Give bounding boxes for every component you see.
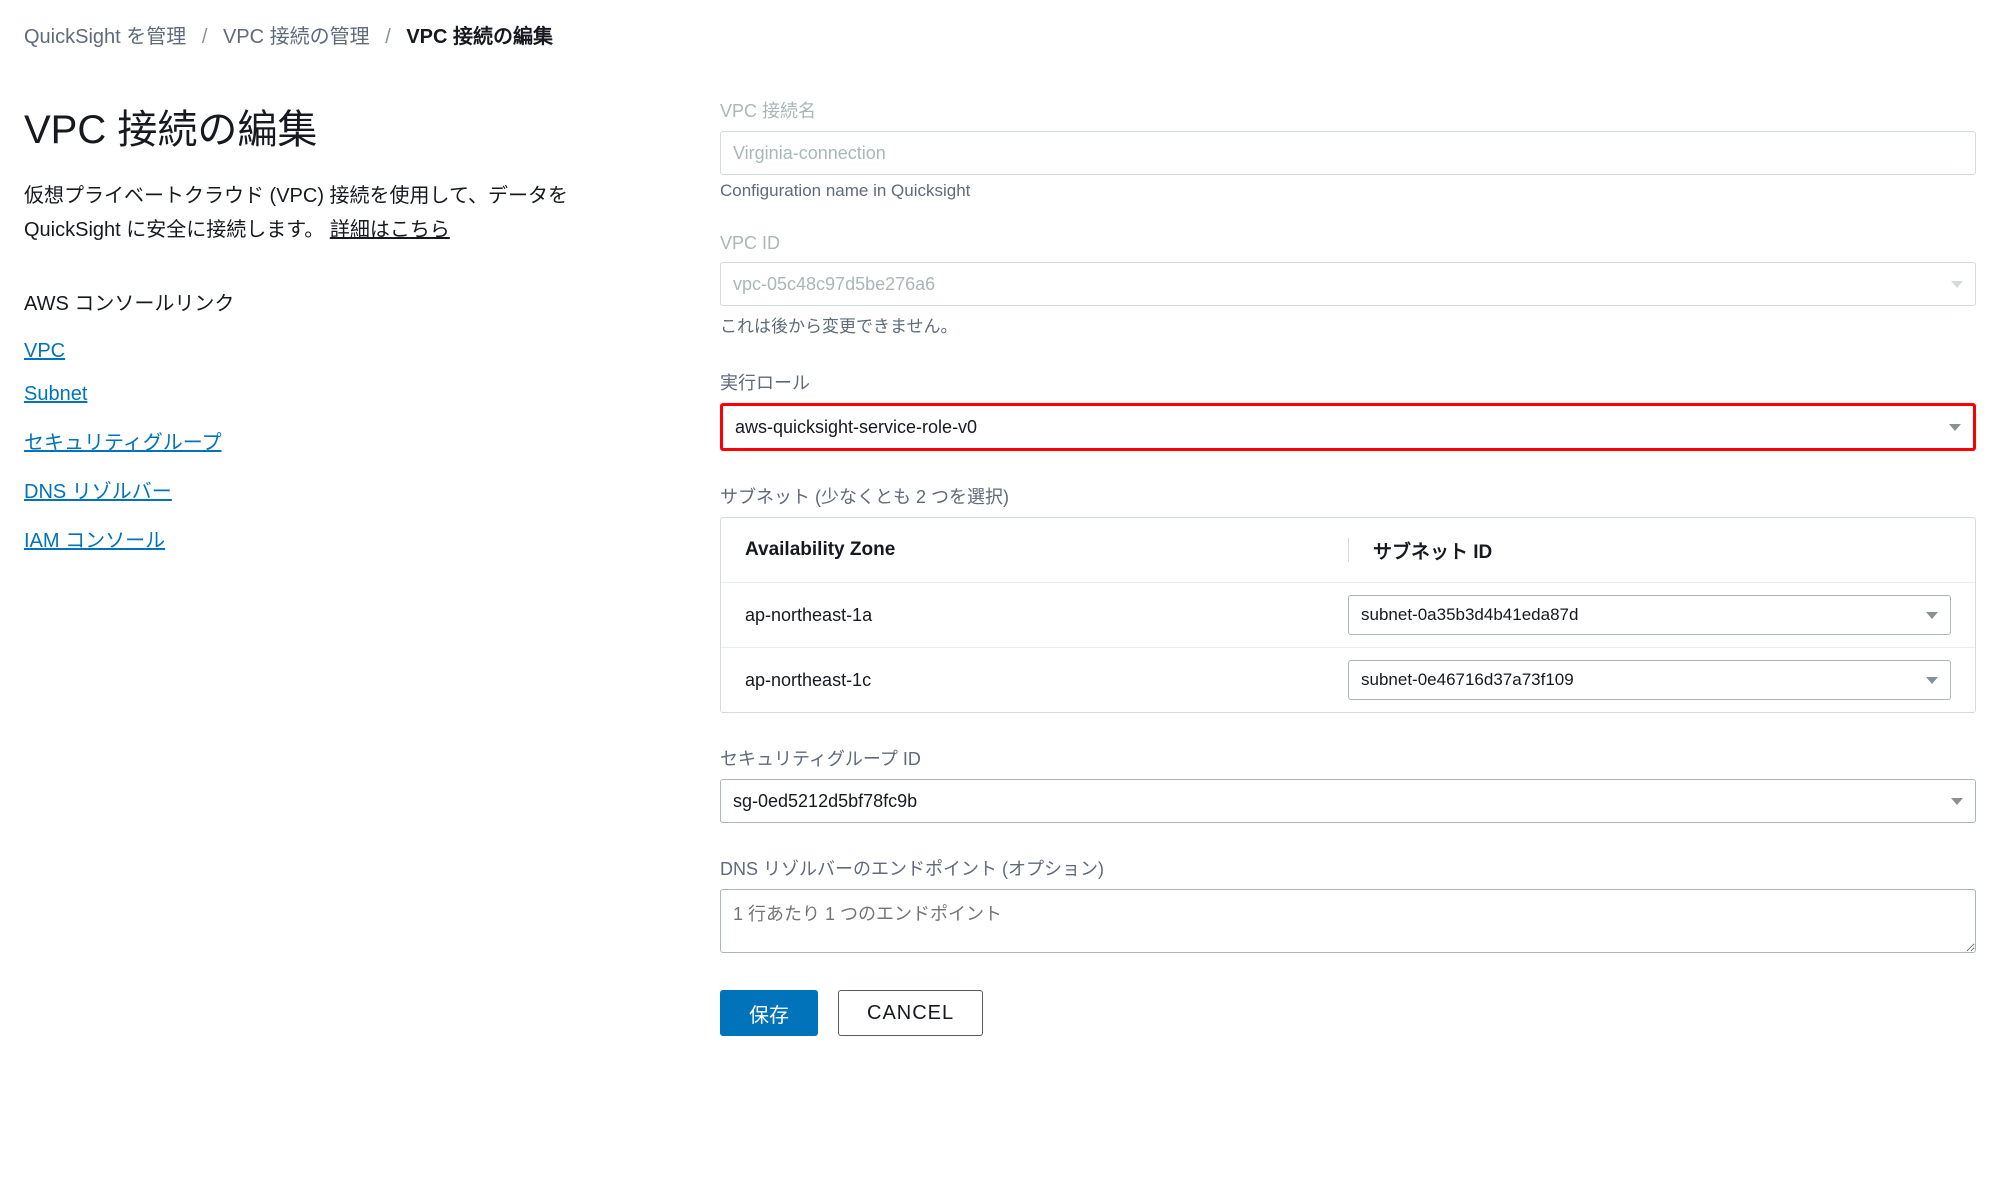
exec-role-label: 実行ロール [720, 369, 1976, 395]
subnet-az: ap-northeast-1a [745, 605, 1348, 626]
vpc-id-label: VPC ID [720, 233, 1976, 254]
breadcrumb-sep: / [202, 26, 208, 48]
conn-name-input: Virginia-connection [720, 131, 1976, 175]
sg-value: sg-0ed5212d5bf78fc9b [733, 791, 1943, 812]
form-actions: 保存 CANCEL [720, 990, 1976, 1036]
subnet-id-select[interactable]: subnet-0a35b3d4b41eda87d [1348, 595, 1951, 635]
conn-name-label: VPC 接続名 [720, 97, 1976, 123]
chevron-down-icon [1926, 677, 1938, 684]
breadcrumb-item[interactable]: QuickSight を管理 [24, 26, 186, 48]
subnet-id-select[interactable]: subnet-0e46716d37a73f109 [1348, 660, 1951, 700]
subnet-header-az: Availability Zone [745, 539, 1348, 561]
subnet-table-header: Availability Zone サブネット ID [721, 518, 1975, 583]
chevron-down-icon [1951, 798, 1963, 805]
page-title: VPC 接続の編集 [24, 97, 664, 155]
link-dns-resolver[interactable]: DNS リゾルバー [24, 481, 172, 503]
chevron-down-icon [1951, 281, 1963, 288]
table-row: ap-northeast-1c subnet-0e46716d37a73f109 [721, 648, 1975, 712]
vpc-id-help: これは後から変更できません。 [720, 312, 1976, 337]
sg-label: セキュリティグループ ID [720, 745, 1976, 771]
console-links-heading: AWS コンソールリンク [24, 287, 664, 316]
vpc-id-select: vpc-05c48c97d5be276a6 [720, 262, 1976, 306]
link-vpc[interactable]: VPC [24, 340, 65, 362]
save-button[interactable]: 保存 [720, 990, 818, 1036]
chevron-down-icon [1926, 612, 1938, 619]
link-iam-console[interactable]: IAM コンソール [24, 530, 165, 552]
table-row: ap-northeast-1a subnet-0a35b3d4b41eda87d [721, 583, 1975, 648]
link-security-group[interactable]: セキュリティグループ [24, 432, 222, 454]
link-subnet[interactable]: Subnet [24, 383, 87, 405]
page-description: 仮想プライベートクラウド (VPC) 接続を使用して、データを QuickSig… [24, 179, 664, 247]
dns-endpoints-input[interactable] [720, 889, 1976, 953]
conn-name-help: Configuration name in Quicksight [720, 181, 1976, 201]
subnet-label: サブネット (少なくとも 2 つを選択) [720, 483, 1976, 509]
page-description-text: 仮想プライベートクラウド (VPC) 接続を使用して、データを QuickSig… [24, 185, 568, 241]
breadcrumb-current: VPC 接続の編集 [406, 26, 553, 48]
dns-label: DNS リゾルバーのエンドポイント (オプション) [720, 855, 1976, 881]
subnet-header-id: サブネット ID [1348, 538, 1951, 562]
cancel-button[interactable]: CANCEL [838, 990, 983, 1036]
vpc-id-value: vpc-05c48c97d5be276a6 [733, 274, 1943, 295]
breadcrumb-item[interactable]: VPC 接続の管理 [223, 26, 370, 48]
console-link-list: VPC Subnet セキュリティグループ DNS リゾルバー IAM コンソー… [24, 340, 664, 553]
breadcrumb-sep: / [385, 26, 391, 48]
exec-role-select[interactable]: aws-quicksight-service-role-v0 [720, 403, 1976, 451]
subnet-id-value: subnet-0e46716d37a73f109 [1361, 670, 1574, 690]
conn-name-value: Virginia-connection [733, 143, 886, 164]
learn-more-link[interactable]: 詳細はこちら [330, 219, 450, 241]
breadcrumb: QuickSight を管理 / VPC 接続の管理 / VPC 接続の編集 [24, 20, 1976, 49]
chevron-down-icon [1949, 424, 1961, 431]
subnet-id-value: subnet-0a35b3d4b41eda87d [1361, 605, 1578, 625]
subnet-az: ap-northeast-1c [745, 670, 1348, 691]
exec-role-value: aws-quicksight-service-role-v0 [735, 417, 1941, 438]
subnet-table: Availability Zone サブネット ID ap-northeast-… [720, 517, 1976, 713]
sg-select[interactable]: sg-0ed5212d5bf78fc9b [720, 779, 1976, 823]
